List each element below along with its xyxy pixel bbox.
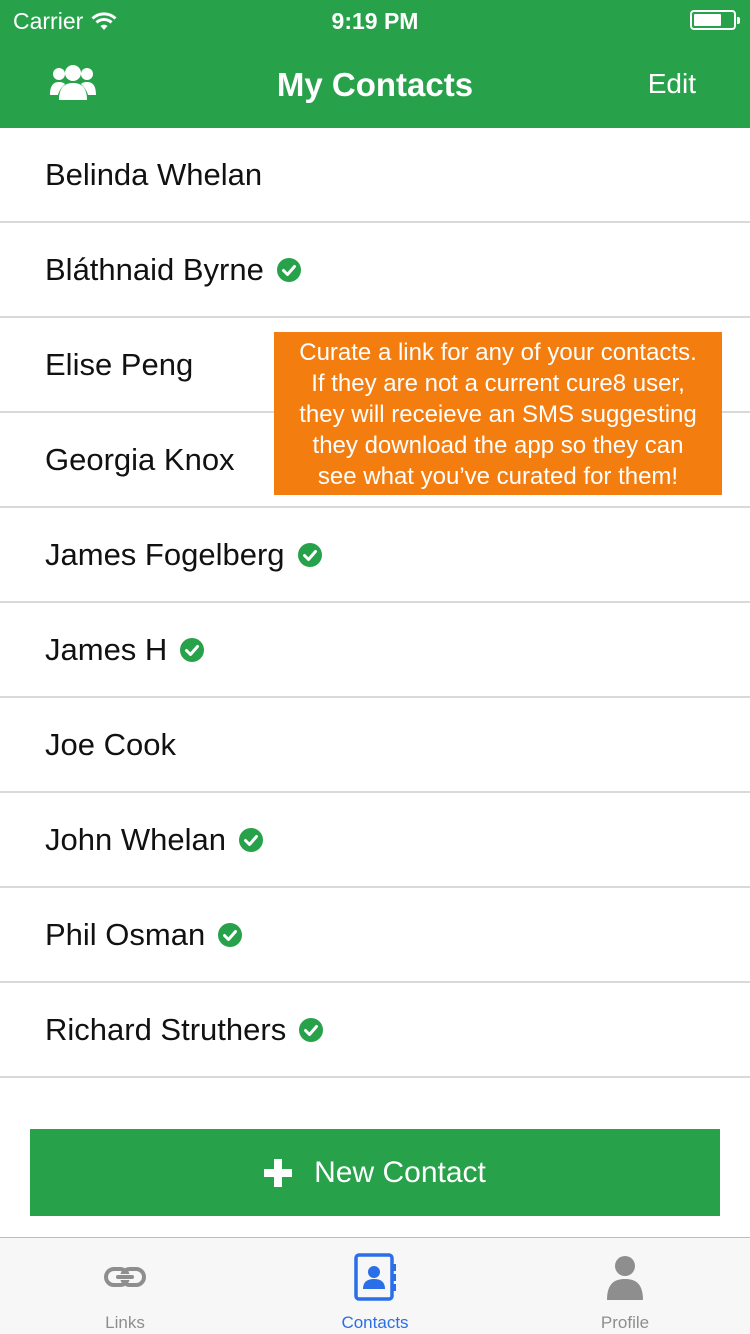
tab-bar: Links Contacts Profile xyxy=(0,1237,750,1334)
battery-level xyxy=(694,14,721,26)
contact-row[interactable]: Bláthnaid Byrne xyxy=(0,223,750,318)
tab-profile[interactable]: Profile xyxy=(500,1238,750,1334)
new-contact-button[interactable]: New Contact xyxy=(30,1129,720,1216)
verified-check-icon xyxy=(299,1017,324,1042)
status-bar: Carrier 9:19 PM xyxy=(0,0,750,40)
battery-icon xyxy=(690,10,740,30)
contact-name: Richard Struthers xyxy=(45,1011,287,1047)
link-icon xyxy=(100,1252,150,1302)
tab-label: Profile xyxy=(600,1313,650,1332)
contact-name: James H xyxy=(45,631,168,667)
contact-name: James Fogelberg xyxy=(45,536,285,572)
tooltip-line: Curate a link for any of your contacts. xyxy=(299,339,697,366)
plus-icon xyxy=(264,1158,293,1187)
tooltip-line: they will receieve an SMS suggesting xyxy=(299,401,697,428)
contact-row[interactable]: James H xyxy=(0,603,750,698)
contact-list: Belinda Whelan Bláthnaid Byrne Elise Peng G… xyxy=(0,128,750,1078)
edit-button[interactable]: Edit xyxy=(648,68,696,100)
contact-name: Joe Cook xyxy=(45,726,176,762)
verified-check-icon xyxy=(297,542,322,567)
contacts-book-icon xyxy=(350,1252,400,1302)
contact-name: John Whelan xyxy=(45,821,226,857)
contact-row[interactable]: Richard Struthers xyxy=(0,983,750,1078)
contact-row[interactable]: James Fogelberg xyxy=(0,508,750,603)
contact-row[interactable]: Phil Osman xyxy=(0,888,750,983)
contact-name: Phil Osman xyxy=(45,916,206,952)
tooltip-line: see what you’ve curated for them! xyxy=(317,463,679,490)
status-time: 9:19 PM xyxy=(331,8,419,34)
contact-row[interactable]: Belinda Whelan xyxy=(0,128,750,223)
tab-label: Contacts xyxy=(341,1313,409,1332)
verified-check-icon xyxy=(180,637,205,662)
tooltip-line: If they are not a current cure8 user, xyxy=(311,370,685,397)
verified-check-icon xyxy=(238,827,263,852)
verified-check-icon xyxy=(218,922,243,947)
contact-row[interactable]: John Whelan xyxy=(0,793,750,888)
new-contact-label: New Contact xyxy=(314,1155,486,1189)
app-screen: Carrier 9:19 PM My Contacts Edit Belinda… xyxy=(0,0,750,1334)
tab-contacts[interactable]: Contacts xyxy=(250,1238,500,1334)
page-title: My Contacts xyxy=(276,66,474,103)
tooltip-callout: Curate a link for any of your contacts. I… xyxy=(274,332,722,495)
tab-label: Links xyxy=(105,1313,145,1332)
contact-name: Georgia Knox xyxy=(45,441,235,477)
contact-name: Bláthnaid Byrne xyxy=(45,251,264,287)
verified-check-icon xyxy=(276,257,301,282)
contact-row[interactable]: Joe Cook xyxy=(0,698,750,793)
contact-name: Elise Peng xyxy=(45,346,194,382)
tooltip-line: they download the app so they can xyxy=(312,432,684,459)
tab-links[interactable]: Links xyxy=(0,1238,250,1334)
nav-bar: My Contacts Edit xyxy=(0,40,750,128)
person-icon xyxy=(600,1252,650,1302)
contact-name: Belinda Whelan xyxy=(45,156,263,192)
top-bar: Carrier 9:19 PM My Contacts Edit xyxy=(0,0,750,128)
